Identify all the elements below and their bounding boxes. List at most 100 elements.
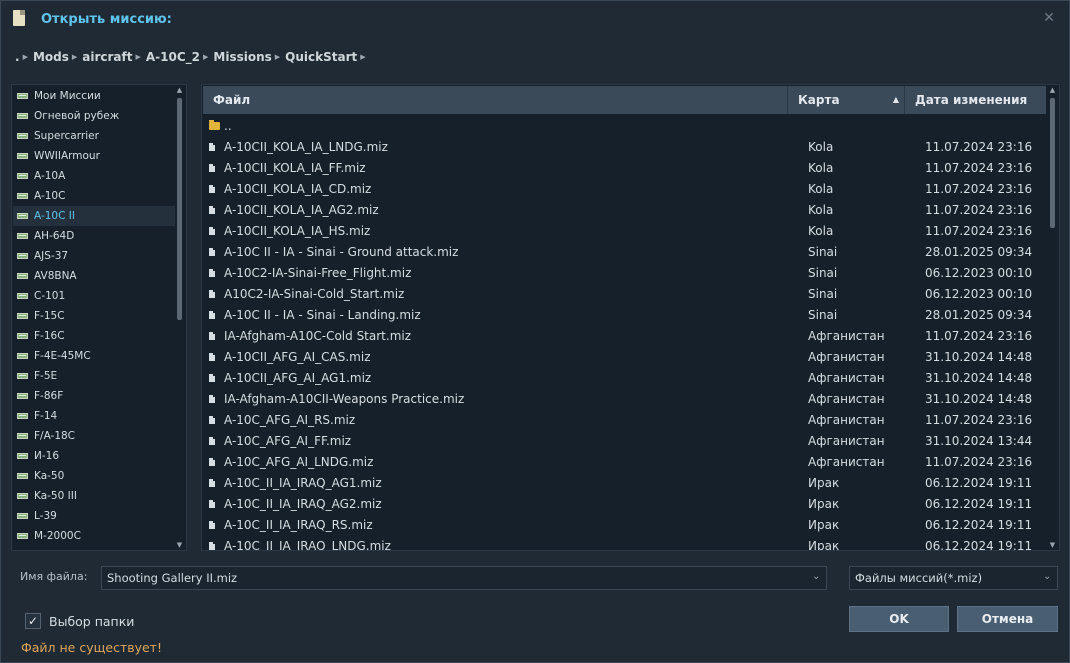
table-row[interactable]: A-10CII_AFG_AI_AG1.miz Афганистан 31.10.20… (203, 367, 1046, 388)
folder-list-item[interactable]: Огневой рубеж (13, 106, 175, 126)
folder-list-item[interactable]: Ka-50 III (13, 486, 175, 506)
folder-list-item[interactable]: A-10A (13, 166, 175, 186)
breadcrumb-label: . (15, 50, 20, 64)
breadcrumb-item[interactable]: Missions ▶ (213, 50, 285, 64)
ok-button[interactable]: OK (849, 606, 949, 632)
file-table-scrollbar[interactable]: ▲ ▼ (1048, 86, 1057, 550)
breadcrumb-item[interactable]: Mods ▶ (33, 50, 82, 64)
table-row[interactable]: IA-Afgham-A10C-Cold Start.miz Афганистан 1… (203, 325, 1046, 346)
table-row[interactable]: A-10CII_KOLA_IA_LNDG.miz Kola 11.07.2024 2… (203, 136, 1046, 157)
open-mission-dialog: Открыть миссию: ✕ . ▶ Mods ▶ aircraft ▶ A-10C_… (0, 0, 1070, 663)
cell-map: Kola (808, 139, 834, 154)
scroll-thumb[interactable] (1050, 98, 1055, 228)
chevron-down-icon[interactable]: ⌄ (812, 571, 820, 583)
column-header-date[interactable]: Дата изменения (905, 86, 1046, 114)
folder-list-item[interactable]: A-10C II (13, 206, 175, 226)
folder-list-item[interactable]: AJS-37 (13, 246, 175, 266)
folder-list-item[interactable]: AV8BNA (13, 266, 175, 286)
scroll-thumb[interactable] (177, 98, 182, 320)
scroll-track[interactable] (1050, 98, 1055, 540)
breadcrumb-item[interactable]: QuickStart ▶ (285, 50, 370, 64)
checkbox-box[interactable]: ✓ (25, 613, 41, 629)
scroll-up-arrow-icon[interactable]: ▲ (1048, 86, 1057, 95)
table-row[interactable]: A-10C2-IA-Sinai-Free_Flight.miz Sinai 06.1… (203, 262, 1046, 283)
cell-date: 11.07.2024 23:16 (925, 139, 1033, 154)
folder-list-item[interactable]: F-15C (13, 306, 175, 326)
table-row[interactable]: A-10C_II_IA_IRAQ_RS.miz Ирак 06.12.2024 19… (203, 514, 1046, 535)
breadcrumb-label: aircraft (82, 50, 133, 64)
breadcrumb-item[interactable]: . ▶ (15, 50, 33, 64)
cell-date: 06.12.2024 19:11 (925, 517, 1033, 532)
folder-list-item[interactable]: M-2000C (13, 526, 175, 546)
aircraft-icon (17, 173, 28, 179)
table-row[interactable]: A-10C_AFG_AI_RS.miz Афганистан 11.07.2024 … (203, 409, 1046, 430)
scroll-track[interactable] (177, 98, 182, 540)
file-type-dropdown[interactable]: Файлы миссий(*.miz) ⌄ (849, 566, 1058, 590)
breadcrumb-label: Missions (213, 50, 272, 64)
table-row[interactable]: A-10C II - IA - Sinai - Ground attack.mi… (203, 241, 1046, 262)
table-row[interactable]: A-10C_II_IA_IRAQ_LNDG.miz Ирак 06.12.2024 … (203, 535, 1046, 550)
folder-list-item[interactable]: F-5E (13, 366, 175, 386)
cell-date: 11.07.2024 23:16 (925, 328, 1033, 343)
cell-map: Sinai (808, 307, 838, 322)
folder-list-item[interactable]: Ka-50 (13, 466, 175, 486)
filename-combobox[interactable]: Shooting Gallery II.miz ⌄ (101, 566, 827, 590)
cell-file: A-10C_II_IA_IRAQ_LNDG.miz (203, 539, 788, 550)
table-row[interactable]: A-10CII_KOLA_IA_FF.miz Kola 11.07.2024 23:… (203, 157, 1046, 178)
folder-list-item[interactable]: F-16C (13, 326, 175, 346)
scroll-down-arrow-icon[interactable]: ▼ (175, 541, 184, 550)
table-row[interactable]: A-10C_AFG_AI_FF.miz Афганистан 31.10.2024 … (203, 430, 1046, 451)
table-row[interactable]: A-10C_II_IA_IRAQ_AG2.miz Ирак 06.12.2024 1… (203, 493, 1046, 514)
close-icon[interactable]: ✕ (1041, 10, 1057, 26)
breadcrumb-item[interactable]: aircraft ▶ (82, 50, 146, 64)
folder-list-item[interactable]: WWIIArmour (13, 146, 175, 166)
folder-list-item[interactable]: F-4E-45MC (13, 346, 175, 366)
cell-file: A-10C II - IA - Sinai - Ground attack.mi… (203, 245, 788, 259)
folder-list: Мои Миссии Огневой рубеж Supercarrier WWIIA… (13, 86, 175, 546)
sort-ascending-icon: ▲ (892, 95, 899, 104)
column-header-file[interactable]: Файл (203, 86, 788, 114)
folder-list-item[interactable]: L-39 (13, 506, 175, 526)
table-row[interactable]: A-10CII_KOLA_IA_CD.miz Kola 11.07.2024 23:… (203, 178, 1046, 199)
table-row[interactable]: A10C2-IA-Sinai-Cold_Start.miz Sinai 06.12.… (203, 283, 1046, 304)
table-row[interactable]: A-10CII_KOLA_IA_AG2.miz Kola 11.07.2024 23… (203, 199, 1046, 220)
table-row[interactable]: IA-Afgham-A10CII-Weapons Practice.miz Афг… (203, 388, 1046, 409)
folder-list-item[interactable]: AH-64D (13, 226, 175, 246)
folder-list-item[interactable]: F/A-18C (13, 426, 175, 446)
scroll-up-arrow-icon[interactable]: ▲ (175, 86, 184, 95)
select-folder-checkbox[interactable]: ✓ Выбор папки (25, 613, 134, 629)
aircraft-icon (17, 153, 28, 159)
breadcrumb-item[interactable]: A-10C_2 ▶ (146, 50, 214, 64)
cell-date: 11.07.2024 23:16 (925, 223, 1033, 238)
cancel-button[interactable]: Отмена (957, 606, 1058, 632)
parent-folder-row[interactable]: .. (203, 115, 1046, 136)
table-row[interactable]: A-10C_AFG_AI_LNDG.miz Афганистан 11.07.202… (203, 451, 1046, 472)
table-row[interactable]: A-10CII_KOLA_IA_HS.miz Kola 11.07.2024 23:… (203, 220, 1046, 241)
folder-list-item[interactable]: C-101 (13, 286, 175, 306)
folder-list-item[interactable]: Supercarrier (13, 126, 175, 146)
cell-date: 06.12.2024 19:11 (925, 475, 1033, 490)
file-name: A-10CII_KOLA_IA_CD.miz (224, 181, 372, 196)
cell-file: A-10C II - IA - Sinai - Landing.miz (203, 308, 788, 322)
cell-file: A-10C_AFG_AI_LNDG.miz (203, 455, 788, 469)
folder-list-item-label: C-101 (34, 290, 66, 302)
cell-map: Ирак (808, 496, 840, 511)
cell-date: 28.01.2025 09:34 (925, 307, 1033, 322)
cell-map: Афганистан (808, 412, 885, 427)
table-row[interactable]: A-10C_II_IA_IRAQ_AG1.miz Ирак 06.12.2024 1… (203, 472, 1046, 493)
file-icon (209, 394, 215, 403)
folder-list-scrollbar[interactable]: ▲ ▼ (175, 86, 184, 550)
chevron-down-icon[interactable]: ⌄ (1043, 571, 1051, 583)
scroll-down-arrow-icon[interactable]: ▼ (1048, 541, 1057, 550)
table-row[interactable]: A-10C II - IA - Sinai - Landing.miz Sinai… (203, 304, 1046, 325)
folder-list-item[interactable]: И-16 (13, 446, 175, 466)
folder-list-item[interactable]: F-86F (13, 386, 175, 406)
folder-list-item[interactable]: A-10C (13, 186, 175, 206)
folder-list-item-label: F-14 (34, 410, 58, 422)
folder-list-item[interactable]: F-14 (13, 406, 175, 426)
column-header-map[interactable]: Карта ▲ (788, 86, 905, 114)
table-row[interactable]: A-10CII_AFG_AI_CAS.miz Афганистан 31.10.20… (203, 346, 1046, 367)
file-icon (209, 499, 215, 508)
folder-list-item[interactable]: Мои Миссии (13, 86, 175, 106)
file-name: IA-Afgham-A10CII-Weapons Practice.miz (224, 391, 465, 406)
